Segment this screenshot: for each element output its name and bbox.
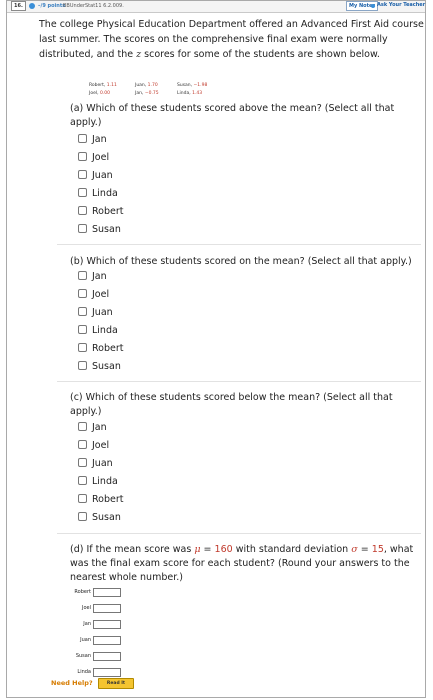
source-label: BBUnderStat11 6.2.009.: [63, 3, 124, 9]
mu-symbol: μ: [194, 544, 201, 555]
part-b-option-susan[interactable]: Susan: [78, 361, 121, 373]
need-help-label: Need Help?: [51, 679, 93, 687]
answer-input-juan[interactable]: [93, 636, 121, 645]
part-a-prompt: (a) Which of these students scored above…: [70, 103, 395, 128]
checkbox[interactable]: [78, 206, 87, 215]
intro-z: z: [136, 49, 142, 60]
question-header: 16. –/9 points BBUnderStat11 6.2.009. My…: [7, 1, 425, 13]
part-b-option-joel[interactable]: Joel: [78, 289, 109, 301]
part-a-option-joel[interactable]: Joel: [78, 152, 109, 164]
part-d-prompt: (d) If the mean score was μ = 160 with s…: [70, 544, 414, 583]
score-linda: Linda, 1.43: [177, 91, 203, 96]
score-jan: Jan, −0.75: [135, 91, 159, 96]
checkbox[interactable]: [78, 325, 87, 334]
part-c-option-susan[interactable]: Susan: [78, 512, 121, 524]
divider: [57, 381, 421, 382]
checkbox[interactable]: [78, 170, 87, 179]
part-c-option-linda[interactable]: Linda: [78, 476, 118, 488]
checkbox[interactable]: [78, 494, 87, 503]
answer-input-susan[interactable]: [93, 652, 121, 661]
checkbox[interactable]: [78, 134, 87, 143]
divider: [57, 244, 421, 245]
score-joel: Joel, 0.00: [89, 91, 110, 96]
score-susan: Susan, −1.98: [177, 83, 208, 88]
checkbox[interactable]: [78, 458, 87, 467]
checkbox[interactable]: [78, 512, 87, 521]
read-it-button[interactable]: Read It: [98, 678, 134, 689]
ask-teacher-icon: [371, 4, 375, 8]
intro-text-2: scores for some of the students are show…: [144, 49, 380, 60]
checkbox[interactable]: [78, 224, 87, 233]
question-number: 16.: [11, 1, 26, 11]
checkbox[interactable]: [78, 152, 87, 161]
part-c-option-robert[interactable]: Robert: [78, 494, 124, 506]
checkbox[interactable]: [78, 343, 87, 352]
checkbox[interactable]: [78, 476, 87, 485]
part-b-prompt: (b) Which of these students scored on th…: [70, 256, 412, 267]
part-c-option-juan[interactable]: Juan: [78, 458, 113, 470]
part-a-option-susan[interactable]: Susan: [78, 224, 121, 236]
part-b-option-juan[interactable]: Juan: [78, 307, 113, 319]
part-b-option-robert[interactable]: Robert: [78, 343, 124, 355]
checkbox[interactable]: [78, 361, 87, 370]
part-a-option-jan[interactable]: Jan: [78, 134, 107, 146]
answer-input-jan[interactable]: [93, 620, 121, 629]
score-robert: Robert, 1.11: [89, 83, 117, 88]
answer-label: Linda: [77, 669, 91, 675]
checkbox[interactable]: [78, 307, 87, 316]
answer-label: Robert: [74, 589, 91, 595]
sd-value: 15: [371, 544, 384, 555]
checkbox[interactable]: [78, 422, 87, 431]
checkbox[interactable]: [78, 188, 87, 197]
answer-label: Jan: [83, 621, 91, 627]
answer-input-joel[interactable]: [93, 604, 121, 613]
checkbox[interactable]: [78, 271, 87, 280]
part-a-option-juan[interactable]: Juan: [78, 170, 113, 182]
answer-input-robert[interactable]: [93, 588, 121, 597]
answer-label: Susan: [75, 653, 91, 659]
part-b-option-jan[interactable]: Jan: [78, 271, 107, 283]
checkbox[interactable]: [78, 440, 87, 449]
answer-label: Joel: [82, 605, 91, 611]
points-label: –/9 points: [38, 3, 66, 9]
answer-label: Juan: [80, 637, 91, 643]
part-c-option-jan[interactable]: Jan: [78, 422, 107, 434]
checkbox[interactable]: [78, 289, 87, 298]
part-c-option-joel[interactable]: Joel: [78, 440, 109, 452]
ask-teacher-button[interactable]: Ask Your Teacher: [377, 1, 425, 9]
score-juan: Juan, 1.70: [135, 83, 158, 88]
mean-value: 160: [214, 544, 233, 555]
question-intro: The college Physical Education Departmen…: [39, 17, 424, 62]
part-b-option-linda[interactable]: Linda: [78, 325, 118, 337]
sigma-symbol: σ: [351, 544, 358, 555]
question-status-icon: [29, 3, 35, 9]
answer-input-linda[interactable]: [93, 668, 121, 677]
divider: [57, 533, 421, 534]
part-a-option-linda[interactable]: Linda: [78, 188, 118, 200]
question-frame: 16. –/9 points BBUnderStat11 6.2.009. My…: [6, 0, 426, 698]
part-a-option-robert[interactable]: Robert: [78, 206, 124, 218]
part-c-prompt: (c) Which of these students scored below…: [70, 392, 393, 417]
